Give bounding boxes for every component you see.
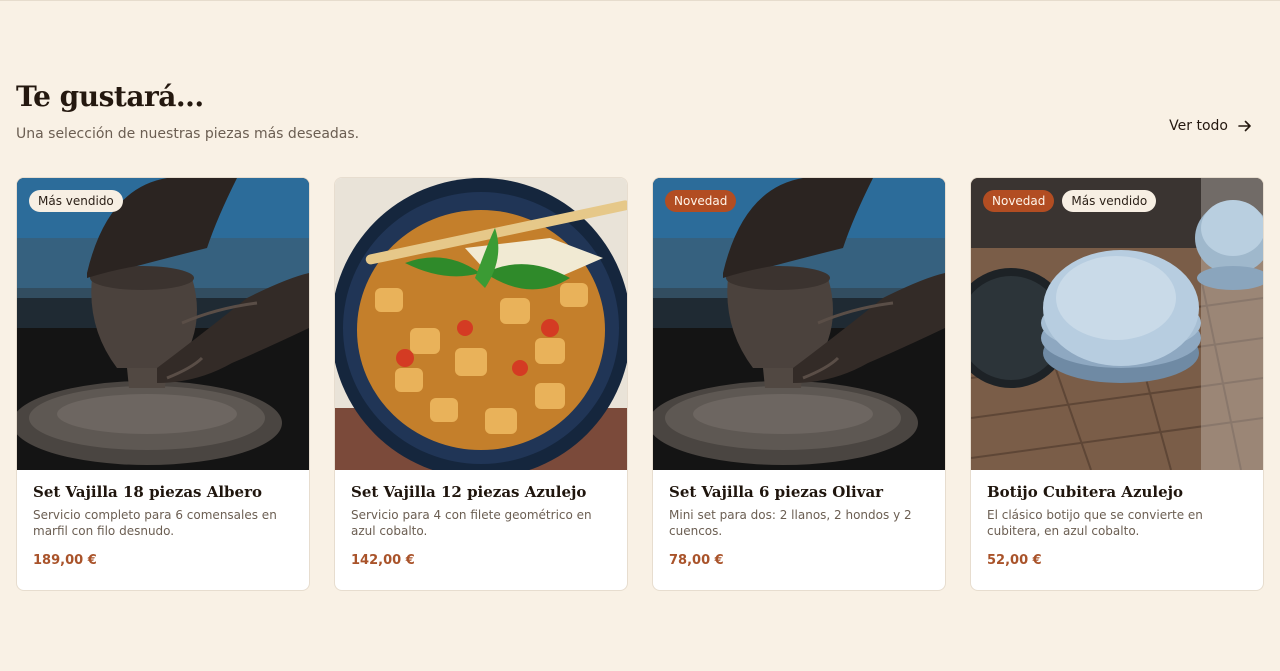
product-description: Servicio completo para 6 comensales en m… (33, 508, 277, 538)
top-divider (0, 0, 1280, 1)
product-description: El clásico botijo que se convierte en cu… (987, 508, 1203, 538)
product-image-plates-stack[interactable] (971, 178, 1263, 470)
bestseller-badge: Más vendido (1062, 190, 1157, 212)
product-price: 142,00 € (351, 553, 415, 568)
product-card[interactable]: Novedad Set Vajilla 6 piezas Olivar Mini… (652, 177, 946, 591)
product-name[interactable]: Set Vajilla 12 piezas Azulejo (351, 483, 613, 501)
badge-group: Novedad (665, 190, 737, 212)
product-price: 78,00 € (669, 553, 724, 568)
product-name[interactable]: Set Vajilla 6 piezas Olivar (669, 483, 931, 501)
product-name[interactable]: Set Vajilla 18 piezas Albero (33, 483, 295, 501)
section-subtitle: Una selección de nuestras piezas más des… (16, 126, 360, 142)
view-all-link[interactable]: Ver todo (1169, 118, 1252, 134)
stew-dish-photo (335, 178, 627, 470)
bestseller-badge: Más vendido (29, 190, 123, 212)
product-name[interactable]: Botijo Cubitera Azulejo (987, 483, 1249, 501)
product-price: 52,00 € (987, 553, 1042, 568)
product-description: Servicio para 4 con filete geométrico en… (351, 508, 592, 538)
product-image-potter-wheel[interactable] (17, 178, 309, 470)
potter-wheel-photo (17, 178, 309, 470)
arrow-right-icon (1238, 120, 1251, 132)
potter-wheel-photo (653, 178, 945, 470)
product-description: Mini set para dos: 2 llanos, 2 hondos y … (669, 508, 912, 538)
product-card[interactable]: Novedad Más vendido Botijo Cubitera Azul… (970, 177, 1264, 591)
new-badge: Novedad (665, 190, 737, 212)
product-card[interactable]: Set Vajilla 12 piezas Azulejo Servicio p… (334, 177, 628, 591)
badge-group: Novedad Más vendido (983, 190, 1157, 212)
product-image-stew-dish[interactable] (335, 178, 627, 470)
new-badge: Novedad (983, 190, 1055, 212)
view-all-label: Ver todo (1169, 118, 1228, 134)
product-image-potter-wheel[interactable] (653, 178, 945, 470)
plates-stack-photo (971, 178, 1263, 470)
section-title: Te gustará... (16, 80, 204, 113)
product-card[interactable]: Más vendido Set Vajilla 18 piezas Albero… (16, 177, 310, 591)
badge-group: Más vendido (29, 190, 123, 212)
product-price: 189,00 € (33, 553, 97, 568)
